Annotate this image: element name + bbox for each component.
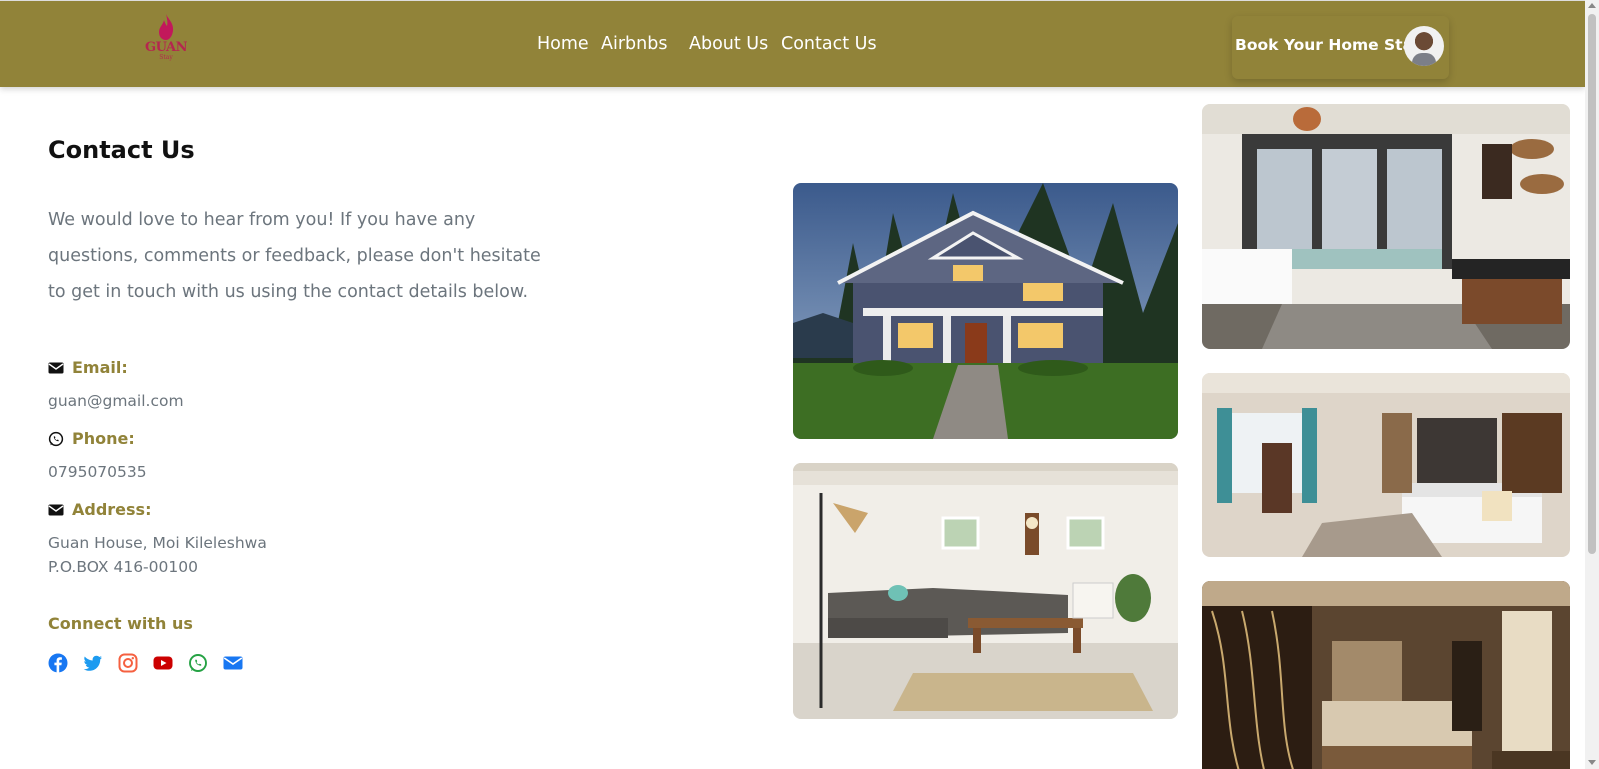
nav-link-about-us[interactable]: About Us [689,34,768,54]
whatsapp-icon [48,431,64,447]
page-title: Contact Us [48,136,195,164]
flame-icon [159,14,174,40]
email-value[interactable]: guan@gmail.com [48,389,184,413]
nav-link-contact-us[interactable]: Contact Us [781,34,877,54]
whatsapp-icon[interactable] [188,653,208,673]
phone-value[interactable]: 0795070535 [48,460,147,484]
envelope-icon [48,504,64,516]
logo-text: GUAN [145,40,188,55]
connect-heading: Connect with us [48,614,193,633]
logo[interactable]: GUAN Stay [145,13,188,73]
logo-subtext: Stay [159,54,173,61]
bedroom-photo-3 [1202,581,1570,769]
book-home-stay-button[interactable]: Book Your Home Stay [1232,16,1449,79]
email-icon[interactable] [223,653,243,673]
house-exterior-photo [793,183,1178,439]
scroll-up-arrow-icon[interactable] [1588,3,1596,8]
instagram-icon[interactable] [118,653,138,673]
vertical-scrollbar[interactable] [1585,0,1599,769]
bedroom-photo-2 [1202,373,1570,557]
envelope-icon [48,362,64,374]
email-label: Email: [72,358,128,377]
address-label: Address: [72,500,152,519]
address-line-1: Guan House, Moi Kileleshwa [48,534,267,552]
facebook-icon[interactable] [48,653,68,673]
address-line-2: P.O.BOX 416-00100 [48,558,198,576]
scroll-down-arrow-icon[interactable] [1588,760,1596,765]
navbar: GUAN Stay Home Airbnbs About Us Contact … [0,0,1585,87]
nav-link-airbnbs[interactable]: Airbnbs [601,34,667,54]
avatar[interactable] [1404,26,1444,66]
contact-intro: We would love to hear from you! If you h… [48,210,541,302]
book-home-stay-label: Book Your Home Stay [1235,36,1423,54]
living-room-photo [793,463,1178,719]
youtube-icon[interactable] [153,653,173,673]
nav-link-home[interactable]: Home [537,34,589,54]
bedroom-photo-1 [1202,104,1570,349]
twitter-icon[interactable] [83,653,103,673]
phone-label: Phone: [72,429,135,448]
scrollbar-thumb[interactable] [1588,14,1596,554]
